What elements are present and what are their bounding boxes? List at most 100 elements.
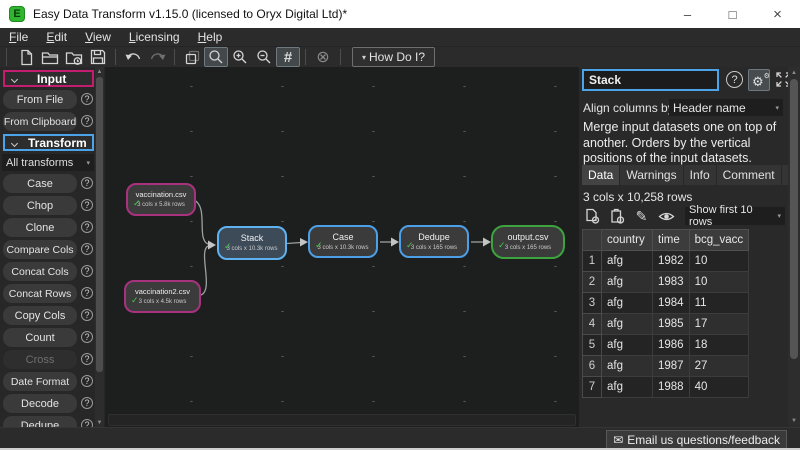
dataset-size-label: 3 cols x 10,258 rows: [583, 190, 692, 204]
menu-edit[interactable]: Edit: [37, 28, 76, 47]
node-case[interactable]: Case 3 cols x 10.3k rows ✓: [308, 225, 378, 258]
undo-icon[interactable]: [121, 47, 145, 67]
dropdown-arrow-icon: ▾: [362, 53, 366, 62]
edit-pencil-icon[interactable]: ✎: [633, 208, 650, 225]
transform-copy-cols-button[interactable]: Copy Cols: [3, 306, 77, 325]
align-columns-dropdown[interactable]: Header name ▾: [669, 99, 783, 116]
transform-clone-button[interactable]: Clone: [3, 218, 77, 237]
tab-warnings[interactable]: Warnings: [620, 165, 683, 185]
help-icon[interactable]: ?: [81, 309, 93, 321]
how-do-i-button[interactable]: ▾ How Do I?: [352, 47, 435, 67]
node-canvas[interactable]: vaccination.csv 3 cols x 5.8k rows ✓ vac…: [105, 67, 578, 427]
tab-info[interactable]: Info: [684, 165, 717, 185]
from-file-button[interactable]: From File: [3, 90, 77, 109]
menu-file[interactable]: File: [0, 28, 37, 47]
open-folder-icon[interactable]: [38, 47, 62, 67]
transform-case-button[interactable]: Case: [3, 174, 77, 193]
canvas-horizontal-scrollbar[interactable]: [108, 414, 576, 426]
right-panel-scrollbar[interactable]: ▲ ▼: [788, 67, 800, 427]
scroll-down-icon[interactable]: ▼: [95, 418, 104, 427]
data-table: country time bcg_vacc 1 afg 1982 10 2 af…: [582, 229, 749, 398]
dropdown-arrow-icon: ▾: [777, 212, 781, 220]
tab-data[interactable]: Data: [582, 165, 620, 185]
node-name-input[interactable]: [582, 69, 719, 91]
from-clipboard-button[interactable]: From Clipboard: [3, 112, 77, 131]
table-row: 1 afg 1982 10: [583, 251, 749, 272]
node-stack[interactable]: Stack 3 cols x 10.3k rows ✓: [217, 226, 287, 260]
table-row: 4 afg 1985 17: [583, 314, 749, 335]
menu-view[interactable]: View: [76, 28, 120, 47]
transform-count-button[interactable]: Count: [3, 328, 77, 347]
copy-clipboard-icon[interactable]: [608, 208, 625, 225]
scrollbar-thumb[interactable]: [790, 79, 798, 359]
node-dedupe[interactable]: Dedupe 3 cols x 165 rows ✓: [399, 225, 469, 258]
scroll-down-icon[interactable]: ▼: [788, 416, 800, 426]
help-icon[interactable]: ?: [81, 93, 93, 105]
transform-decode-button[interactable]: Decode: [3, 394, 77, 413]
transform-cross-button: Cross: [3, 350, 77, 369]
menu-licensing[interactable]: Licensing: [120, 28, 189, 47]
header-country[interactable]: country: [602, 230, 653, 251]
node-vaccination-csv[interactable]: vaccination.csv 3 cols x 5.8k rows ✓: [126, 183, 196, 216]
help-icon[interactable]: ?: [81, 419, 93, 427]
save-icon[interactable]: [86, 47, 110, 67]
redo-icon: [145, 47, 169, 67]
help-icon[interactable]: ?: [81, 199, 93, 211]
close-button[interactable]: ×: [755, 0, 800, 28]
open-recent-icon[interactable]: [62, 47, 86, 67]
transform-date-format-button[interactable]: Date Format: [3, 372, 77, 391]
magnifier-icon[interactable]: [204, 47, 228, 67]
transform-compare-cols-button[interactable]: Compare Cols: [3, 240, 77, 259]
zoom-in-icon[interactable]: [228, 47, 252, 67]
node-output-csv[interactable]: output.csv 3 cols x 165 rows ✓: [491, 225, 565, 259]
minimize-button[interactable]: –: [665, 0, 710, 28]
tab-comment[interactable]: Comment: [717, 165, 782, 185]
export-file-icon[interactable]: [583, 208, 600, 225]
scroll-up-icon[interactable]: ▲: [788, 68, 800, 78]
transform-chop-button[interactable]: Chop: [3, 196, 77, 215]
help-icon[interactable]: ?: [81, 243, 93, 255]
new-file-icon[interactable]: [14, 47, 38, 67]
layers-icon[interactable]: [180, 47, 204, 67]
transform-dedupe-button[interactable]: Dedupe: [3, 416, 77, 427]
transform-description: Merge input datasets one on top of anoth…: [583, 120, 785, 167]
help-icon[interactable]: ?: [81, 353, 93, 365]
grid-toggle-icon[interactable]: #: [276, 47, 300, 67]
help-icon[interactable]: ?: [81, 177, 93, 189]
header-rownum[interactable]: [583, 230, 602, 251]
email-feedback-button[interactable]: ✉ Email us questions/feedback: [606, 430, 787, 449]
sidebar-scrollbar[interactable]: ▲ ▼: [95, 67, 104, 427]
help-icon[interactable]: ?: [81, 115, 93, 127]
transform-concat-cols-button[interactable]: Concat Cols: [3, 262, 77, 281]
check-icon: ✓: [131, 295, 139, 306]
toolbar: # ⊗ ▾ How Do I?: [0, 47, 800, 67]
app-window: E Easy Data Transform v1.15.0 (licensed …: [0, 0, 800, 450]
help-icon[interactable]: ?: [81, 221, 93, 233]
gears-icon[interactable]: ⚙ ⚙: [748, 69, 770, 91]
help-icon[interactable]: ?: [726, 71, 743, 88]
scrollbar-thumb[interactable]: [96, 77, 103, 372]
scroll-up-icon[interactable]: ▲: [95, 67, 104, 76]
table-row: 6 afg 1987 27: [583, 356, 749, 377]
help-icon[interactable]: ?: [81, 265, 93, 277]
menu-help[interactable]: Help: [189, 28, 232, 47]
input-section-header[interactable]: Input: [3, 70, 94, 87]
help-icon[interactable]: ?: [81, 397, 93, 409]
align-columns-label: Align columns by:: [583, 101, 677, 115]
transform-section-header[interactable]: Transform: [3, 134, 94, 151]
dropdown-arrow-icon: ▾: [775, 104, 779, 112]
view-eye-icon[interactable]: [658, 208, 675, 225]
transform-concat-rows-button[interactable]: Concat Rows: [3, 284, 77, 303]
help-icon[interactable]: ?: [81, 331, 93, 343]
transform-filter-dropdown[interactable]: All transforms ▾: [2, 154, 94, 171]
zoom-out-icon[interactable]: [252, 47, 276, 67]
node-vaccination2-csv[interactable]: vaccination2.csv 3 cols x 4.5k rows ✓: [124, 280, 201, 313]
toolbar-separator: [174, 49, 175, 65]
maximize-button[interactable]: □: [710, 0, 755, 28]
show-rows-dropdown[interactable]: Show first 10 rows ▾: [685, 207, 785, 225]
help-icon[interactable]: ?: [81, 287, 93, 299]
header-bcg-vacc[interactable]: bcg_vacc: [689, 230, 749, 251]
chevron-down-icon: [11, 76, 18, 83]
header-time[interactable]: time: [653, 230, 690, 251]
help-icon[interactable]: ?: [81, 375, 93, 387]
